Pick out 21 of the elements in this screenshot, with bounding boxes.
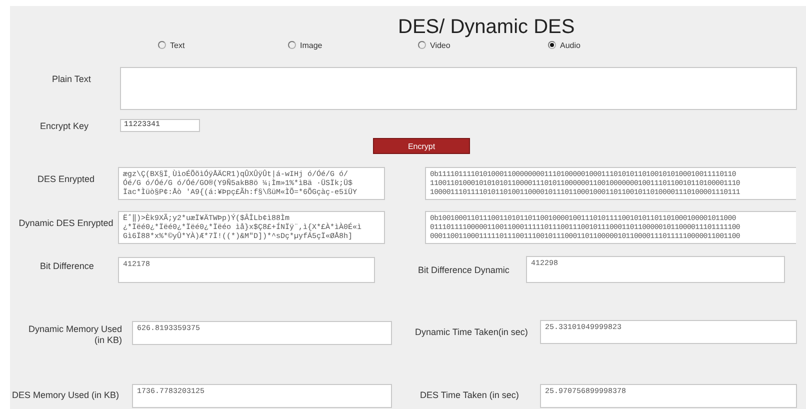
- field-label: Dynamic DES Enrypted: [18, 218, 114, 228]
- field-label: Bit Difference: [40, 261, 95, 271]
- radio-button[interactable]: [158, 41, 166, 49]
- field-label: Bit Difference Dynamic: [418, 265, 510, 275]
- field-label: DES Enrypted: [36, 174, 96, 184]
- radio-button[interactable]: [418, 41, 426, 49]
- field-label: Dynamic Time Taken(in sec): [415, 327, 529, 337]
- field-label: Encrypt Key: [40, 121, 90, 131]
- field-label: Dynamic Memory Used (in KB): [27, 324, 123, 346]
- radio-label[interactable]: Audio: [560, 40, 580, 50]
- radio-label[interactable]: Video: [430, 40, 450, 50]
- encrypt-button[interactable]: Encrypt: [373, 138, 470, 154]
- radio-label[interactable]: Text: [170, 40, 185, 50]
- field-label: DES Time Taken (in sec): [420, 390, 520, 400]
- field-label: Plain Text: [52, 74, 92, 84]
- radio-label[interactable]: Image: [300, 40, 322, 50]
- window-title: DES/ Dynamic DES: [398, 16, 575, 38]
- radio-button[interactable]: [548, 41, 556, 49]
- plain-text-field[interactable]: [120, 67, 797, 110]
- radio-button[interactable]: [288, 41, 296, 49]
- field-label: DES Memory Used (in KB): [12, 390, 120, 400]
